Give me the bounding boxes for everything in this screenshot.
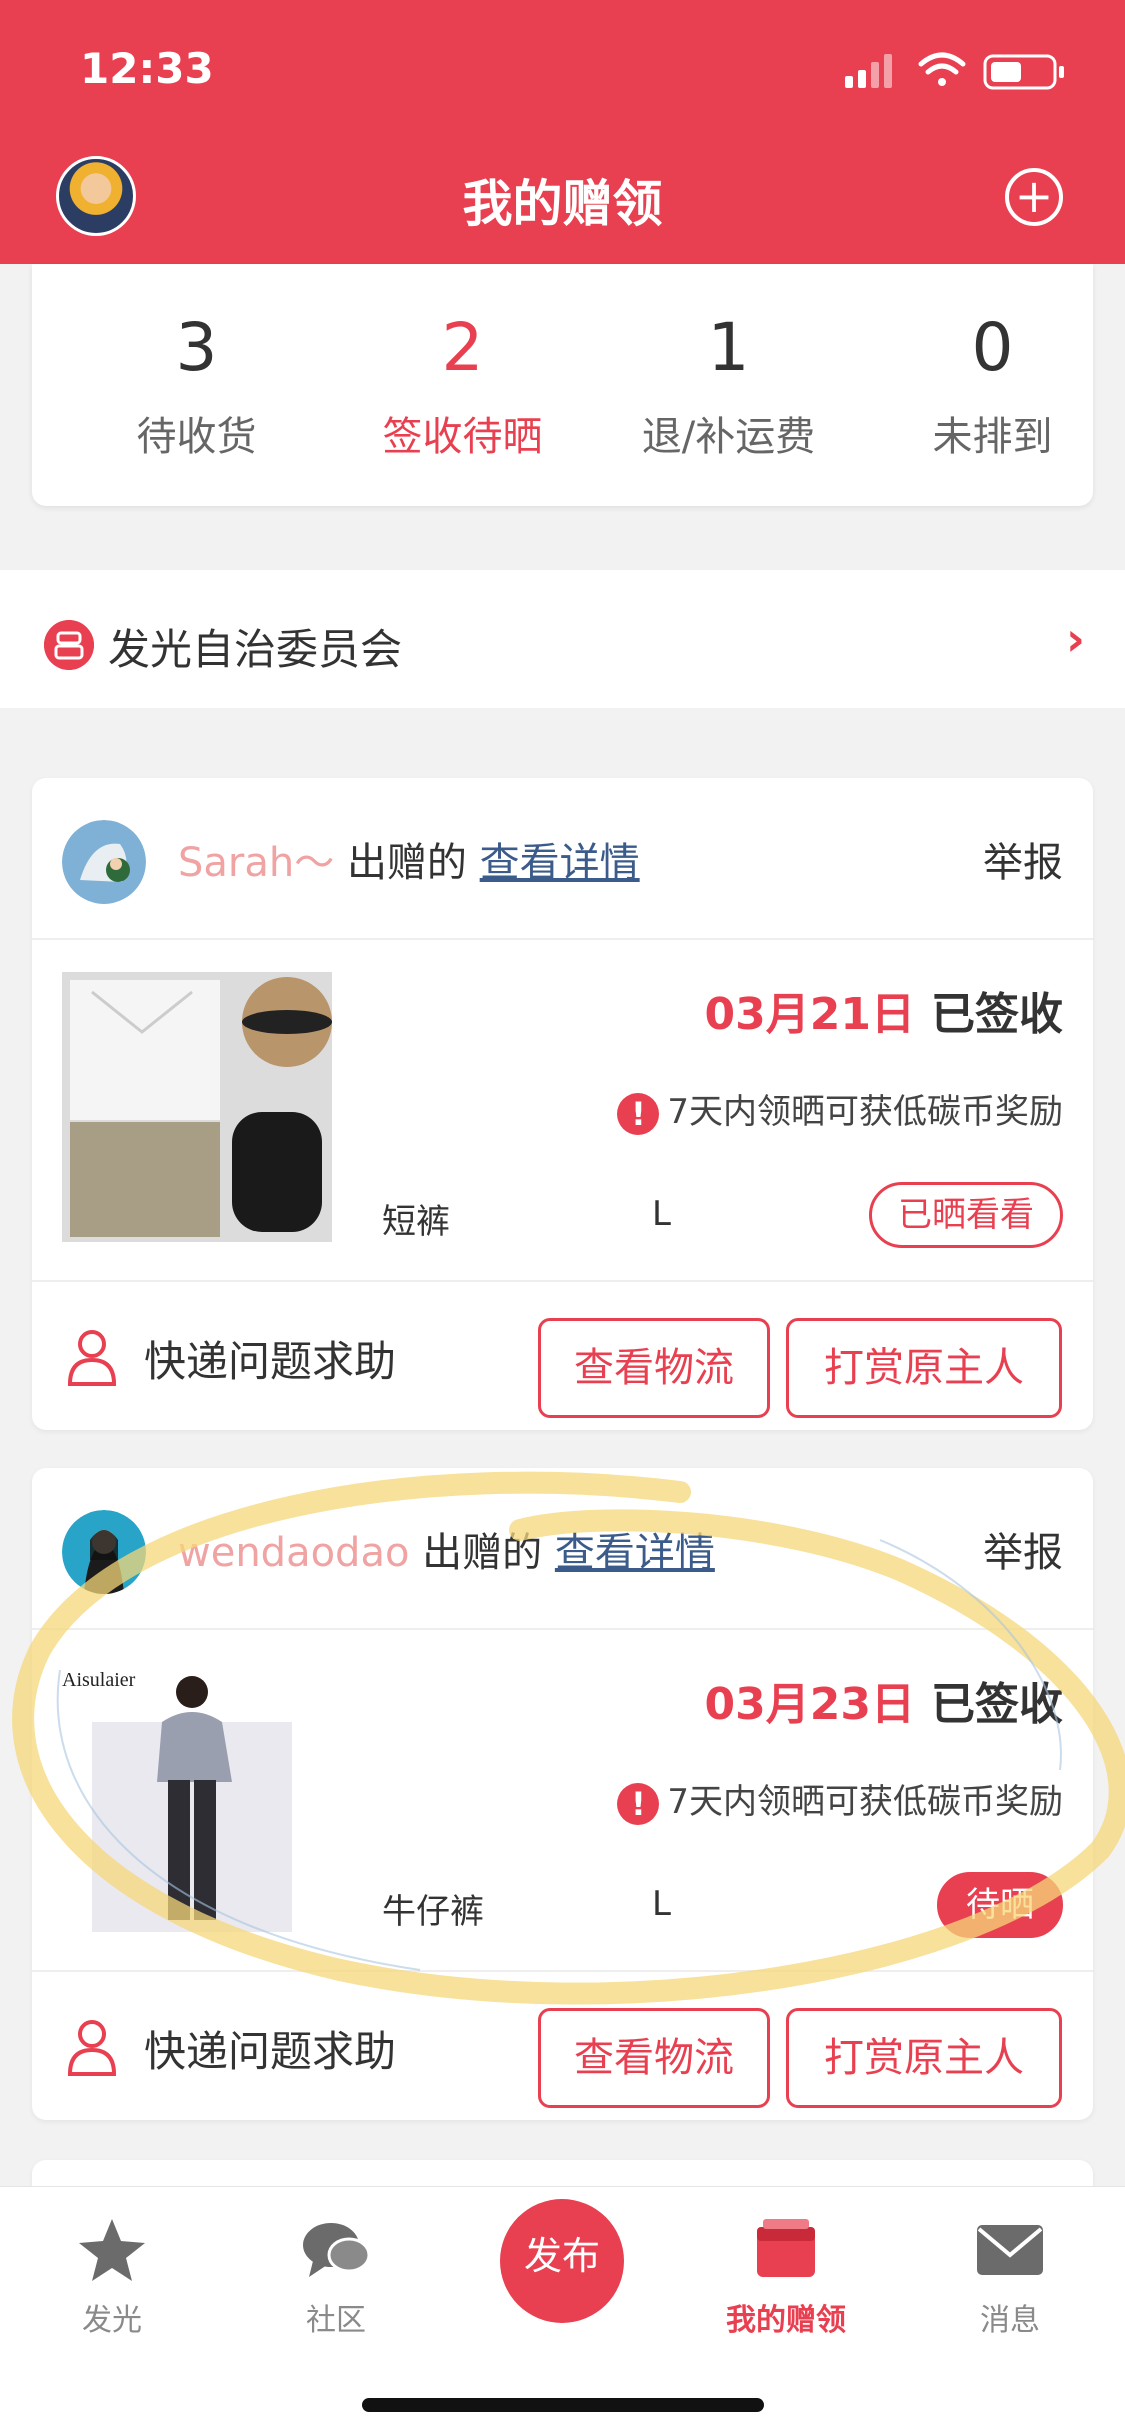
stat-label: 签收待晒 bbox=[382, 414, 543, 460]
stat-count: 3 bbox=[175, 309, 218, 386]
tab-label: 消息 bbox=[980, 2303, 1040, 2338]
notice-text: 7天内领晒可获低碳币奖励 bbox=[667, 1092, 1063, 1132]
card-header: Sarah～ 出赠的 查看详情 举报 bbox=[32, 778, 1093, 940]
item-thumbnail[interactable] bbox=[62, 972, 332, 1242]
add-button[interactable]: + bbox=[1005, 168, 1063, 226]
tab-faguang[interactable]: 发光 bbox=[32, 2217, 192, 2339]
shipping-help-link[interactable]: 快递问题求助 bbox=[144, 1328, 396, 1389]
stat-signed-pending-share[interactable]: 2 签收待晒 bbox=[330, 308, 595, 462]
report-button[interactable]: 举报 bbox=[983, 830, 1063, 888]
page-title: 我的赠领 bbox=[462, 175, 663, 233]
tab-label: 我的赠领 bbox=[726, 2303, 846, 2338]
tab-my-gifts[interactable]: 我的赠领 bbox=[706, 2217, 866, 2339]
stat-pending-receipt[interactable]: 3 待收货 bbox=[64, 308, 329, 462]
person-icon bbox=[67, 1330, 117, 1386]
stat-label: 未排到 bbox=[932, 414, 1053, 460]
card-header: wendaodao 出赠的 查看详情 举报 bbox=[32, 1468, 1093, 1630]
stats-card: 3 待收货 2 签收待晒 1 退/补运费 0 未排到 bbox=[32, 264, 1093, 506]
thumb-brand: Aisulaier bbox=[62, 1669, 136, 1691]
stat-refund-shipping[interactable]: 1 退/补运费 bbox=[596, 308, 861, 462]
view-logistics-button[interactable]: 查看物流 bbox=[538, 2008, 770, 2108]
item-size: L bbox=[652, 1884, 671, 1924]
tab-community[interactable]: 社区 bbox=[256, 2217, 416, 2339]
signal-icon bbox=[845, 54, 892, 88]
publish-label: 发布 bbox=[523, 2234, 600, 2278]
item-size: L bbox=[652, 1194, 671, 1234]
committee-row[interactable]: 发光自治委员会 › bbox=[0, 570, 1125, 708]
item-name: 短裤 bbox=[382, 1202, 450, 1242]
item-name: 牛仔裤 bbox=[382, 1892, 484, 1932]
stat-count: 0 bbox=[971, 309, 1014, 386]
pending-share-button[interactable]: 待晒 bbox=[937, 1872, 1063, 1938]
wifi-icon bbox=[918, 52, 966, 86]
donor-avatar[interactable] bbox=[62, 1510, 146, 1594]
tip-owner-button[interactable]: 打赏原主人 bbox=[786, 1318, 1062, 1418]
donor-name[interactable]: wendaodao bbox=[178, 1530, 409, 1576]
chat-icon bbox=[303, 2223, 371, 2277]
notice-text: 7天内领晒可获低碳币奖励 bbox=[667, 1782, 1063, 1822]
exclamation-icon: ! bbox=[617, 1782, 660, 1825]
stat-count: 1 bbox=[707, 309, 750, 386]
item-thumbnail[interactable]: Aisulaier bbox=[62, 1662, 332, 1932]
stat-label: 待收货 bbox=[136, 414, 257, 460]
view-logistics-button[interactable]: 查看物流 bbox=[538, 1318, 770, 1418]
view-details-link[interactable]: 查看详情 bbox=[480, 840, 640, 886]
tab-label: 社区 bbox=[306, 2303, 366, 2338]
donor-line: wendaodao 出赠的 查看详情 bbox=[178, 1520, 715, 1578]
card-body: Aisulaier 03月23日 已签收 ! 7天内领晒可获低碳币奖励 牛仔裤 L … bbox=[32, 1632, 1093, 1972]
donated-text: 出赠的 bbox=[422, 1530, 543, 1576]
mail-icon bbox=[977, 2225, 1043, 2275]
sign-status: 已签收 bbox=[931, 989, 1063, 1040]
sign-date: 03月23日 bbox=[704, 1679, 915, 1730]
sign-date: 03月21日 bbox=[704, 989, 915, 1040]
tip-owner-button[interactable]: 打赏原主人 bbox=[786, 2008, 1062, 2108]
shipping-help-link[interactable]: 快递问题求助 bbox=[144, 2018, 396, 2079]
donor-name[interactable]: Sarah～ bbox=[178, 840, 334, 886]
home-indicator bbox=[362, 2398, 764, 2412]
publish-button[interactable]: 发布 bbox=[500, 2199, 624, 2323]
reward-notice: ! 7天内领晒可获低碳币奖励 bbox=[617, 1084, 1063, 1135]
gift-card: wendaodao 出赠的 查看详情 举报 Aisulaier 03月23日 已签… bbox=[32, 1468, 1093, 2120]
page: 12:33 我的赠领 + 3 待收货 2 签收待晒 1 退/补运费 0 未排到 … bbox=[0, 0, 1125, 2436]
reward-notice: ! 7天内领晒可获低碳币奖励 bbox=[617, 1774, 1063, 1825]
star-icon bbox=[79, 2219, 145, 2281]
status-icons bbox=[845, 52, 1064, 90]
sign-date-line: 03月23日 已签收 bbox=[705, 1668, 1063, 1732]
plus-icon: + bbox=[1014, 169, 1054, 223]
stat-label: 退/补运费 bbox=[641, 414, 816, 460]
donor-avatar[interactable] bbox=[62, 820, 146, 904]
tab-label: 发光 bbox=[82, 2303, 142, 2338]
card-footer: 快递问题求助 查看物流 打赏原主人 bbox=[32, 1974, 1093, 2120]
chevron-right-icon: › bbox=[1066, 612, 1085, 666]
sign-date-line: 03月21日 已签收 bbox=[705, 978, 1063, 1042]
gift-card: Sarah～ 出赠的 查看详情 举报 03月21日 已签收 ! 7天内领晒可获低碳币… bbox=[32, 778, 1093, 1430]
committee-label: 发光自治委员会 bbox=[108, 625, 403, 674]
report-button[interactable]: 举报 bbox=[983, 1520, 1063, 1578]
tab-messages[interactable]: 消息 bbox=[930, 2217, 1090, 2339]
donor-line: Sarah～ 出赠的 查看详情 bbox=[178, 830, 640, 888]
status-time: 12:33 bbox=[80, 44, 214, 93]
stat-count: 2 bbox=[441, 309, 484, 386]
battery-icon bbox=[983, 54, 1064, 90]
sign-status: 已签收 bbox=[931, 1679, 1063, 1730]
header: 12:33 我的赠领 + bbox=[0, 0, 1125, 264]
shared-view-button[interactable]: 已晒看看 bbox=[869, 1182, 1063, 1248]
stat-not-queued[interactable]: 0 未排到 bbox=[860, 308, 1125, 462]
donated-text: 出赠的 bbox=[346, 840, 467, 886]
card-footer: 快递问题求助 查看物流 打赏原主人 bbox=[32, 1284, 1093, 1430]
person-icon bbox=[67, 2020, 117, 2076]
view-details-link[interactable]: 查看详情 bbox=[555, 1530, 715, 1576]
card-body: 03月21日 已签收 ! 7天内领晒可获低碳币奖励 短裤 L 已晒看看 bbox=[32, 942, 1093, 1282]
committee-icon bbox=[44, 620, 94, 670]
exclamation-icon: ! bbox=[617, 1092, 660, 1135]
gift-box-icon bbox=[757, 2219, 815, 2277]
